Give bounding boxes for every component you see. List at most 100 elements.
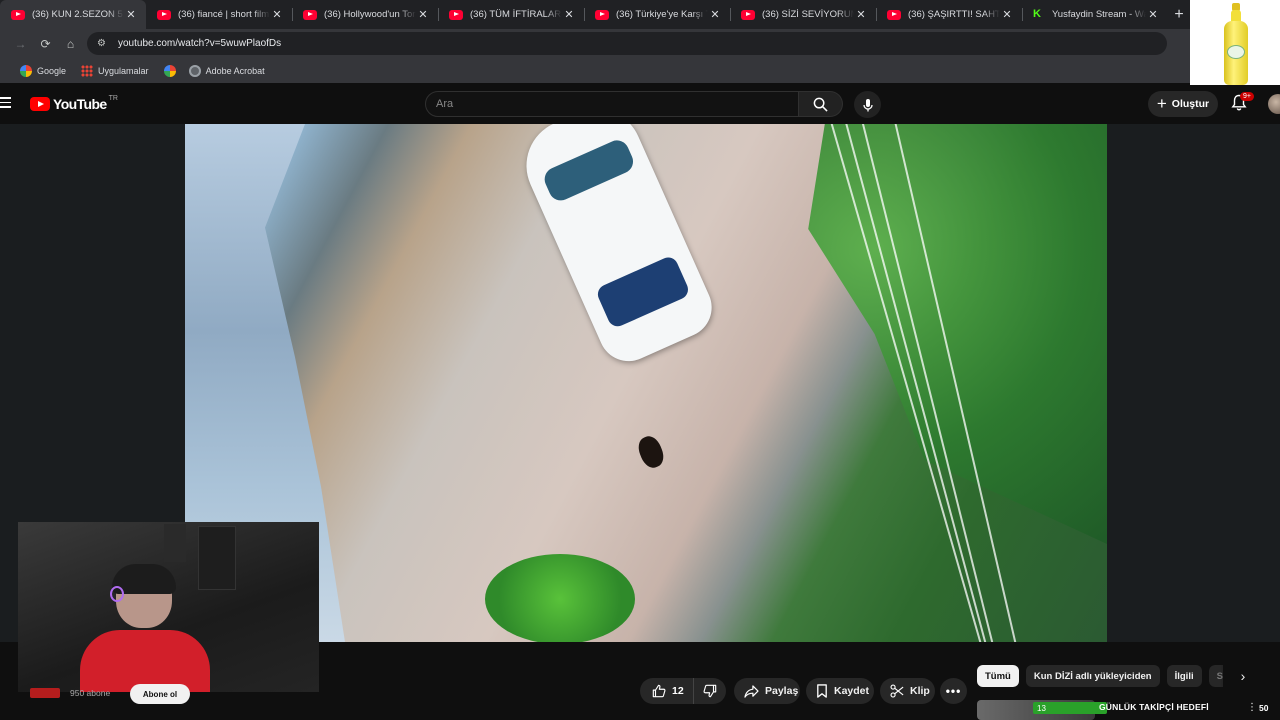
bottle-image [1223, 3, 1249, 85]
close-tab-icon[interactable]: ✕ [562, 8, 576, 21]
browser-tab[interactable]: (36) SİZİ SEVİYORUM, SİZ ✕ [730, 0, 876, 29]
share-button[interactable]: Paylaş [734, 678, 800, 704]
youtube-icon [449, 9, 463, 20]
apps-grid-icon [81, 64, 94, 77]
tab-title: (36) fiancé | short film | re [178, 9, 270, 20]
close-tab-icon[interactable]: ✕ [1000, 8, 1014, 21]
goal-progress: 13 [1033, 702, 1107, 714]
close-tab-icon[interactable]: ✕ [270, 8, 284, 21]
bookmarks-bar: Google Uygulamalar Adobe Acrobat [0, 58, 1190, 83]
share-label: Paylaş [765, 685, 799, 697]
tab-title: Yusfaydin Stream - Watch [1052, 9, 1146, 20]
menu-icon[interactable] [0, 97, 11, 109]
youtube-icon [741, 9, 755, 20]
youtube-masthead: YouTube TR Ara + Oluştur 9+ [0, 85, 1280, 123]
like-button[interactable]: 12 [640, 678, 694, 704]
headset-icon [110, 586, 124, 602]
tab-title: (36) Türkiye'ye Karşı Terör [616, 9, 708, 20]
browser-tab[interactable]: (36) fiancé | short film | re ✕ [146, 0, 292, 29]
bookmark-label: Google [37, 65, 67, 76]
tab-title: (36) KUN 2.SEZON 5.BÖLÜM [32, 9, 124, 20]
chip-all[interactable]: Tümü [977, 665, 1019, 687]
google-icon [163, 64, 176, 77]
channel-info: 950 abone [30, 688, 110, 698]
notifications-button[interactable]: 9+ [1231, 92, 1254, 114]
close-tab-icon[interactable]: ✕ [708, 8, 722, 21]
bookmark-icon [817, 684, 827, 698]
youtube-icon [11, 9, 25, 20]
reload-icon[interactable]: ⟳ [33, 37, 58, 51]
youtube-icon [303, 9, 317, 20]
browser-tab-strip: (36) KUN 2.SEZON 5.BÖLÜM ✕ (36) fiancé |… [0, 0, 1190, 29]
channel-logo[interactable] [30, 688, 60, 698]
scissors-icon [890, 684, 904, 698]
product-overlay-image [1190, 0, 1280, 89]
browser-tab[interactable]: (36) KUN 2.SEZON 5.BÖLÜM ✕ [0, 0, 146, 29]
close-tab-icon[interactable]: ✕ [1146, 8, 1160, 21]
url-text: youtube.com/watch?v=5wuwPlaofDs [118, 38, 282, 49]
plus-icon: + [1156, 94, 1167, 113]
save-label: Kaydet [834, 685, 870, 697]
clip-button[interactable]: Klip [880, 678, 935, 704]
youtube-play-icon [30, 97, 50, 111]
subscribe-button[interactable]: Abone ol [130, 684, 190, 704]
create-label: Oluştur [1171, 98, 1210, 110]
chip-related[interactable]: İlgili [1166, 665, 1202, 687]
home-icon[interactable]: ⌂ [58, 37, 83, 51]
globe-icon [188, 64, 201, 77]
recommended-video[interactable]: 13 GÜNLÜK TAKİPÇİ HEDEFİ ⋮ 50 [977, 700, 1275, 720]
video-frame[interactable] [185, 124, 1107, 642]
notification-badge: 9+ [1240, 92, 1254, 101]
bookmark-adobe-acrobat[interactable]: Adobe Acrobat [188, 64, 265, 77]
account-avatar[interactable] [1268, 94, 1280, 114]
close-tab-icon[interactable]: ✕ [416, 8, 430, 21]
bear-figure [634, 433, 668, 471]
bookmark-apps[interactable]: Uygulamalar [81, 64, 149, 77]
chip-for-you[interactable]: Siz [1208, 665, 1223, 687]
bookmark-label: Adobe Acrobat [205, 65, 265, 76]
browser-toolbar: → ⟳ ⌂ ⚙ youtube.com/watch?v=5wuwPlaofDs [0, 29, 1190, 58]
thumbs-up-icon [652, 684, 666, 698]
address-bar[interactable]: ⚙ youtube.com/watch?v=5wuwPlaofDs [87, 32, 1167, 55]
thumbs-down-icon [703, 684, 717, 698]
search-input[interactable]: Ara [425, 91, 799, 117]
country-code: TR [108, 94, 118, 102]
bush-area [485, 554, 635, 642]
search-icon [813, 97, 828, 112]
create-button[interactable]: + Oluştur [1148, 91, 1218, 117]
save-button[interactable]: Kaydet [806, 678, 874, 704]
chevron-right-icon[interactable]: › [1233, 666, 1253, 686]
related-filter-chips: Tümü Kun DİZİ adlı yükleyiciden İlgili S… [977, 664, 1223, 688]
more-vert-icon[interactable]: ⋮ [1247, 702, 1257, 713]
chip-from-uploader[interactable]: Kun DİZİ adlı yükleyiciden [1025, 665, 1160, 687]
like-count: 12 [672, 685, 684, 697]
clip-label: Klip [910, 685, 930, 697]
browser-tab[interactable]: Yusfaydin Stream - Watch ✕ [1022, 0, 1168, 29]
streamer-person [80, 564, 210, 692]
kick-icon [1033, 8, 1045, 20]
tab-title: (36) SİZİ SEVİYORUM, SİZ [762, 9, 854, 20]
site-settings-icon[interactable]: ⚙ [97, 38, 112, 49]
bookmark-google[interactable]: Google [20, 64, 67, 77]
white-car [511, 124, 722, 371]
close-tab-icon[interactable]: ✕ [854, 8, 868, 21]
close-tab-icon[interactable]: ✕ [124, 8, 138, 21]
share-icon [744, 684, 759, 698]
dislike-button[interactable] [694, 684, 726, 698]
more-actions-button[interactable]: ••• [940, 678, 967, 704]
browser-tab[interactable]: (36) ŞAŞIRTTI! SAHTEKAR ✕ [876, 0, 1022, 29]
bookmark-chrome[interactable] [163, 64, 181, 77]
browser-tab[interactable]: (36) Hollywood'un Torpil ✕ [292, 0, 438, 29]
forward-icon[interactable]: → [8, 37, 33, 51]
goal-value: 50 [1259, 703, 1269, 713]
browser-tab[interactable]: (36) TÜM İFTİRALARI ÇÖZ ✕ [438, 0, 584, 29]
browser-tab[interactable]: (36) Türkiye'ye Karşı Terör ✕ [584, 0, 730, 29]
like-dislike-group: 12 [640, 678, 726, 704]
logo-text: YouTube [53, 96, 107, 112]
new-tab-button[interactable]: + [1168, 0, 1190, 29]
youtube-logo[interactable]: YouTube TR [30, 94, 118, 112]
goal-text: GÜNLÜK TAKİPÇİ HEDEFİ [1099, 702, 1209, 712]
voice-search-button[interactable] [854, 91, 881, 118]
tab-title: (36) Hollywood'un Torpil [324, 9, 416, 20]
search-button[interactable] [799, 91, 843, 117]
